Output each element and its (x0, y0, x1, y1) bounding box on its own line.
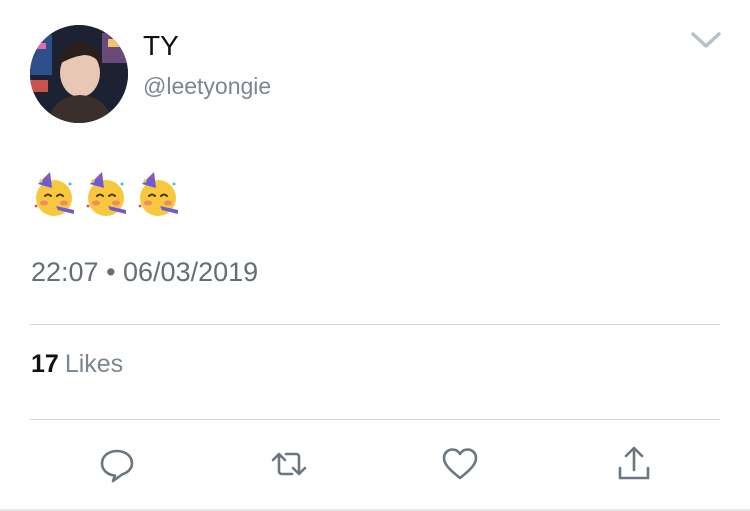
partying-face-emoji (34, 172, 74, 216)
reply-icon[interactable] (97, 444, 137, 484)
likes-stat[interactable]: 17 Likes (31, 349, 123, 379)
share-icon[interactable] (614, 444, 654, 484)
avatar[interactable] (30, 25, 128, 123)
author-display-name[interactable]: TY (143, 30, 179, 62)
like-icon[interactable] (440, 444, 480, 484)
retweet-icon[interactable] (269, 444, 309, 484)
likes-count: 17 (31, 350, 59, 378)
partying-face-emoji (86, 172, 126, 216)
divider (30, 419, 720, 420)
author-handle[interactable]: @leetyongie (143, 72, 271, 100)
tweet-detail: TY @leetyongie 22:07 • 06/03/2019 17 Lik… (0, 0, 750, 511)
tweet-timestamp: 22:07 • 06/03/2019 (31, 257, 259, 287)
chevron-down-icon[interactable] (690, 30, 722, 50)
divider (30, 324, 720, 325)
tweet-text (30, 170, 182, 220)
partying-face-emoji (138, 172, 178, 216)
likes-label: Likes (64, 350, 124, 378)
